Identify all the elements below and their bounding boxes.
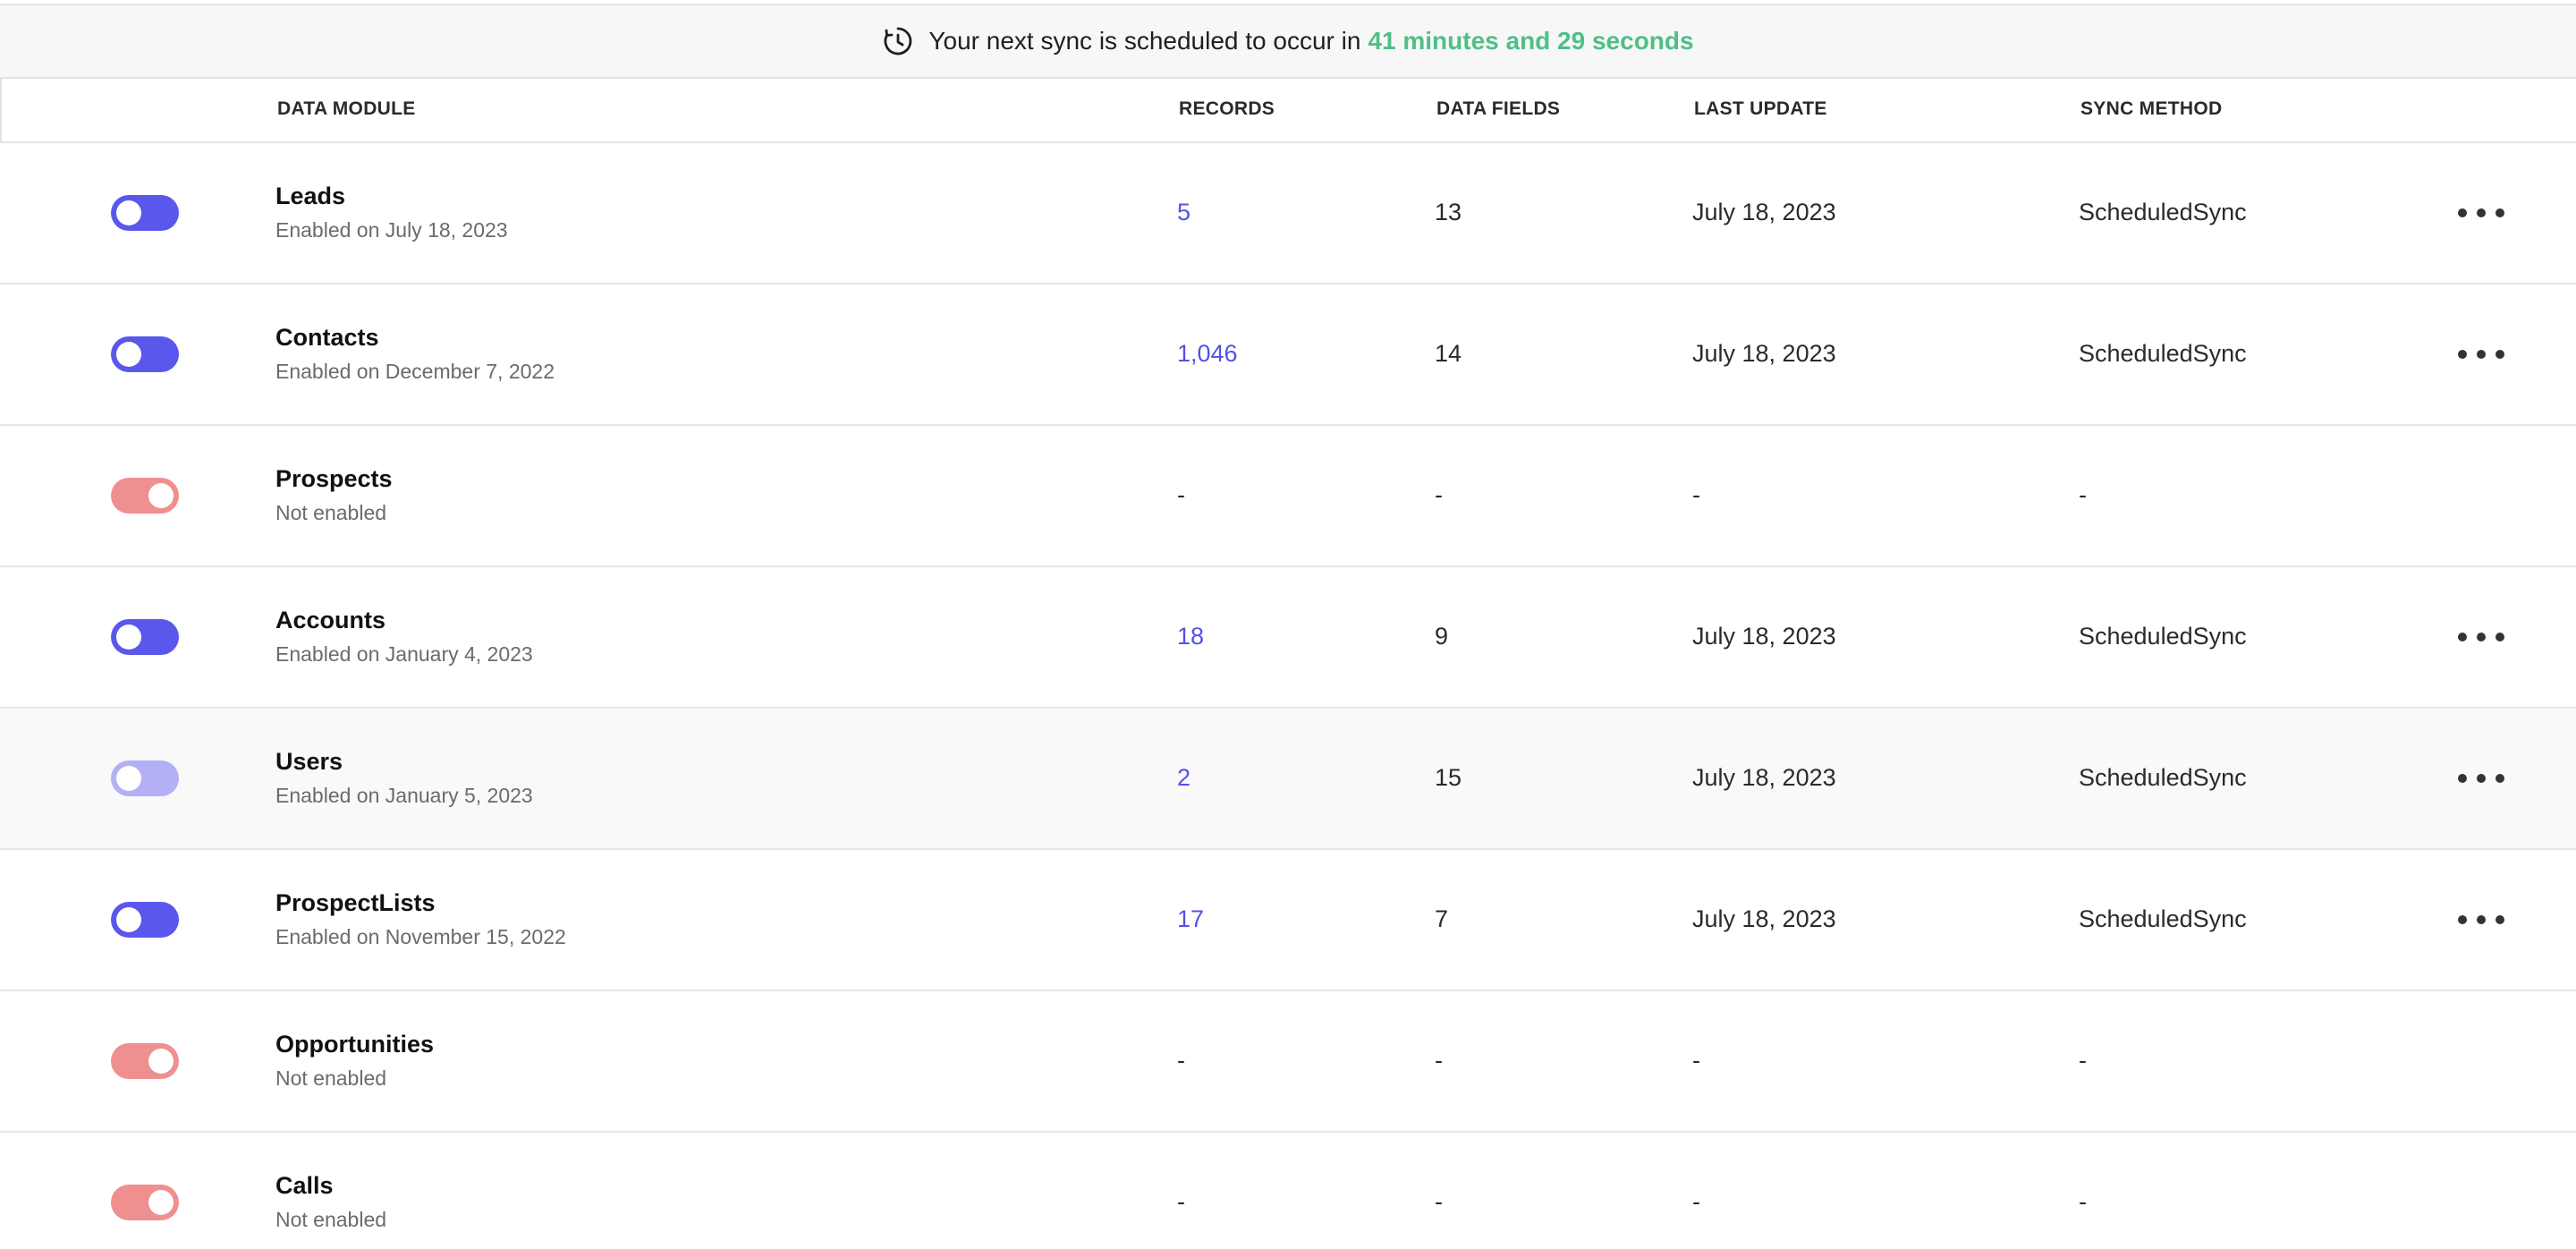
sync-countdown: 41 minutes and 29 seconds	[1368, 27, 1694, 55]
records-link[interactable]: 5	[1177, 199, 1191, 226]
records-count: -	[1177, 1047, 1185, 1074]
toggle-knob	[116, 766, 141, 791]
table-row: Leads Enabled on July 18, 2023 5 13 July…	[0, 143, 2576, 285]
module-name: Prospects	[275, 465, 393, 492]
module-name: Opportunities	[275, 1031, 434, 1058]
module-name: ProspectLists	[275, 889, 436, 916]
last-update: -	[1692, 1047, 1700, 1074]
module-status: Not enabled	[275, 1208, 387, 1231]
sync-banner: Your next sync is scheduled to occur in …	[0, 5, 2576, 79]
last-update: -	[1692, 481, 1700, 508]
module-status: Not enabled	[275, 1066, 387, 1090]
sync-modules-page: Your next sync is scheduled to occur in …	[0, 0, 2576, 1249]
module-name: Calls	[275, 1172, 334, 1199]
toggle-knob	[116, 907, 141, 932]
module-toggle[interactable]	[111, 1043, 179, 1079]
sync-method: ScheduledSync	[2079, 623, 2247, 650]
toggle-knob	[116, 624, 141, 650]
toggle-knob	[148, 483, 174, 508]
module-toggle[interactable]	[111, 760, 179, 796]
column-header-sync-method[interactable]: SYNC METHOD	[2080, 98, 2222, 120]
last-update: July 18, 2023	[1692, 199, 1836, 225]
sync-method: ScheduledSync	[2079, 340, 2247, 367]
module-name: Contacts	[275, 324, 379, 351]
module-name: Accounts	[275, 607, 386, 633]
module-toggle[interactable]	[111, 619, 179, 655]
data-fields-count: 13	[1435, 199, 1462, 225]
clock-icon	[884, 27, 912, 55]
module-status: Enabled on November 15, 2022	[275, 925, 566, 948]
column-header-data-module[interactable]: DATA MODULE	[277, 98, 416, 120]
last-update: July 18, 2023	[1692, 905, 1836, 932]
data-fields-count: 14	[1435, 340, 1462, 367]
records-link[interactable]: 1,046	[1177, 340, 1238, 368]
records-link[interactable]: 2	[1177, 764, 1191, 792]
module-status: Not enabled	[275, 501, 387, 524]
data-fields-count: -	[1435, 481, 1443, 508]
sync-method: -	[2079, 481, 2087, 508]
data-fields-count: -	[1435, 1047, 1443, 1074]
table-row: Users Enabled on January 5, 2023 2 15 Ju…	[0, 709, 2576, 850]
data-fields-count: 7	[1435, 905, 1449, 932]
toggle-knob	[116, 342, 141, 367]
sync-method: -	[2079, 1188, 2087, 1215]
records-count: -	[1177, 1188, 1185, 1215]
module-toggle[interactable]	[111, 336, 179, 372]
data-fields-count: 15	[1435, 764, 1462, 791]
data-fields-count: -	[1435, 1188, 1443, 1215]
module-status: Enabled on January 5, 2023	[275, 784, 533, 807]
records-link[interactable]: 18	[1177, 623, 1204, 650]
records-link[interactable]: 17	[1177, 905, 1204, 933]
table-row: Contacts Enabled on December 7, 2022 1,0…	[0, 285, 2576, 426]
sync-method: -	[2079, 1047, 2087, 1074]
table-row: Calls Not enabled - - - -	[0, 1133, 2576, 1249]
toggle-knob	[148, 1049, 174, 1074]
module-status: Enabled on January 4, 2023	[275, 642, 533, 666]
table-row: Opportunities Not enabled - - - -	[0, 991, 2576, 1133]
module-status: Enabled on December 7, 2022	[275, 360, 555, 383]
more-options-icon[interactable]	[2458, 336, 2504, 372]
last-update: July 18, 2023	[1692, 340, 1836, 367]
sync-banner-text: Your next sync is scheduled to occur in	[928, 27, 1361, 55]
module-name: Leads	[275, 183, 346, 209]
module-toggle[interactable]	[111, 902, 179, 938]
last-update: July 18, 2023	[1692, 764, 1836, 791]
module-toggle[interactable]	[111, 478, 179, 514]
module-name: Users	[275, 748, 343, 775]
table-row: Prospects Not enabled - - - -	[0, 426, 2576, 567]
data-fields-count: 9	[1435, 623, 1449, 650]
sync-method: ScheduledSync	[2079, 905, 2247, 932]
last-update: July 18, 2023	[1692, 623, 1836, 650]
table-row: Accounts Enabled on January 4, 2023 18 9…	[0, 567, 2576, 709]
more-options-icon[interactable]	[2458, 619, 2504, 655]
column-header-records[interactable]: RECORDS	[1179, 98, 1275, 120]
table-header: DATA MODULE RECORDS DATA FIELDS LAST UPD…	[0, 79, 2576, 143]
toggle-knob	[148, 1190, 174, 1215]
table-row: ProspectLists Enabled on November 15, 20…	[0, 850, 2576, 991]
more-options-icon[interactable]	[2458, 902, 2504, 938]
module-toggle[interactable]	[111, 195, 179, 231]
sync-method: ScheduledSync	[2079, 199, 2247, 225]
last-update: -	[1692, 1188, 1700, 1215]
column-header-data-fields[interactable]: DATA FIELDS	[1436, 98, 1560, 120]
records-count: -	[1177, 481, 1185, 508]
sync-method: ScheduledSync	[2079, 764, 2247, 791]
more-options-icon[interactable]	[2458, 760, 2504, 796]
module-status: Enabled on July 18, 2023	[275, 218, 508, 242]
column-header-last-update[interactable]: LAST UPDATE	[1694, 98, 1827, 120]
more-options-icon[interactable]	[2458, 195, 2504, 231]
module-toggle[interactable]	[111, 1185, 179, 1220]
toggle-knob	[116, 200, 141, 225]
